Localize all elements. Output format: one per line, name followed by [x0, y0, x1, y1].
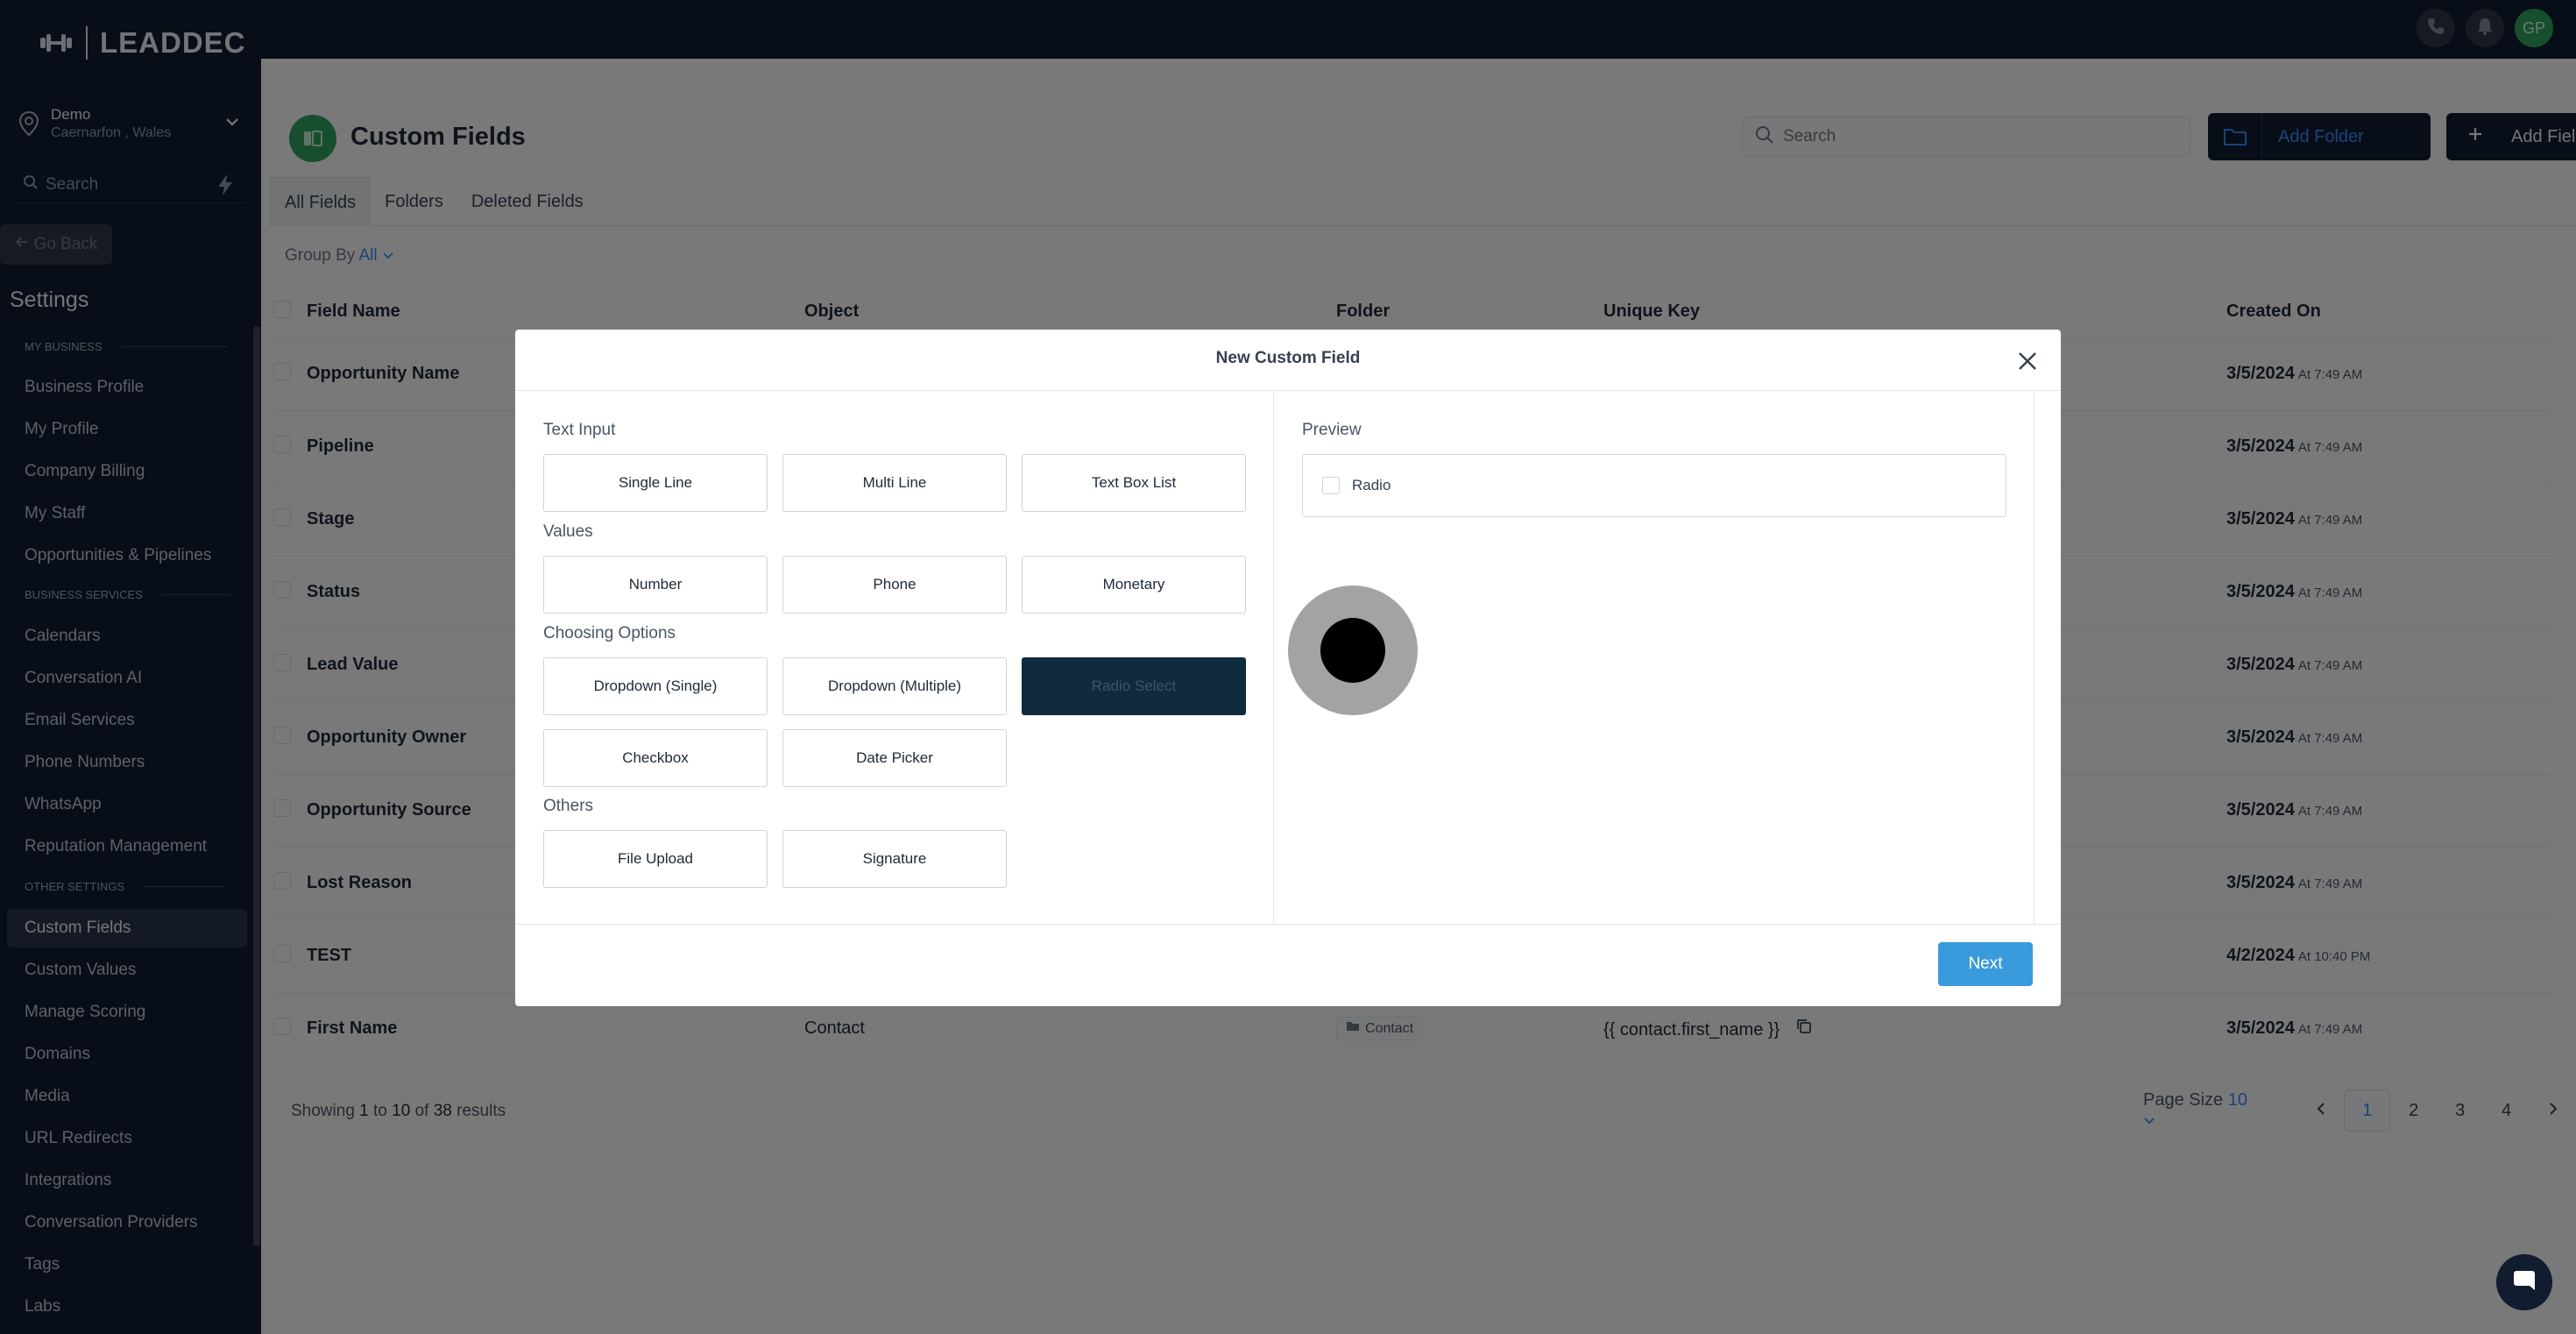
new-custom-field-modal: New Custom Field Text Input Single Line …: [515, 330, 2061, 1006]
option-monetary[interactable]: Monetary: [1022, 556, 1246, 614]
field-type-options: Text Input Single Line Multi Line Text B…: [515, 391, 1274, 924]
group-label-choosing-options: Choosing Options: [543, 624, 676, 642]
option-date-picker[interactable]: Date Picker: [782, 729, 1007, 787]
preview-label: Preview: [1302, 421, 1362, 439]
option-radio-select[interactable]: Radio Select: [1022, 657, 1246, 715]
modal-header: New Custom Field: [515, 330, 2061, 391]
option-multi-line[interactable]: Multi Line: [782, 454, 1007, 512]
preview-option-label: Radio: [1352, 477, 1391, 493]
close-icon[interactable]: [2015, 349, 2040, 373]
preview-radio-box[interactable]: [1322, 477, 1340, 494]
group-label-values: Values: [543, 522, 593, 541]
spinner-dot: [1320, 618, 1385, 683]
chat-widget-button[interactable]: [2496, 1254, 2552, 1310]
option-number[interactable]: Number: [543, 556, 768, 614]
option-dropdown-multiple[interactable]: Dropdown (Multiple): [782, 657, 1007, 715]
option-text-box-list[interactable]: Text Box List: [1022, 454, 1246, 512]
loading-spinner: [1288, 585, 1418, 715]
group-label-others: Others: [543, 797, 594, 815]
option-phone[interactable]: Phone: [782, 556, 1007, 614]
preview-field: Radio: [1302, 454, 2006, 517]
modal-footer: Next: [515, 924, 2061, 1006]
modal-title: New Custom Field: [1215, 349, 1361, 367]
option-checkbox[interactable]: Checkbox: [543, 729, 768, 787]
option-single-line[interactable]: Single Line: [543, 454, 768, 512]
option-file-upload[interactable]: File Upload: [543, 830, 768, 888]
next-button[interactable]: Next: [1938, 942, 2033, 986]
option-signature[interactable]: Signature: [782, 830, 1007, 888]
option-dropdown-single[interactable]: Dropdown (Single): [543, 657, 768, 715]
group-label-text-input: Text Input: [543, 421, 616, 439]
chat-icon: [2511, 1267, 2537, 1298]
